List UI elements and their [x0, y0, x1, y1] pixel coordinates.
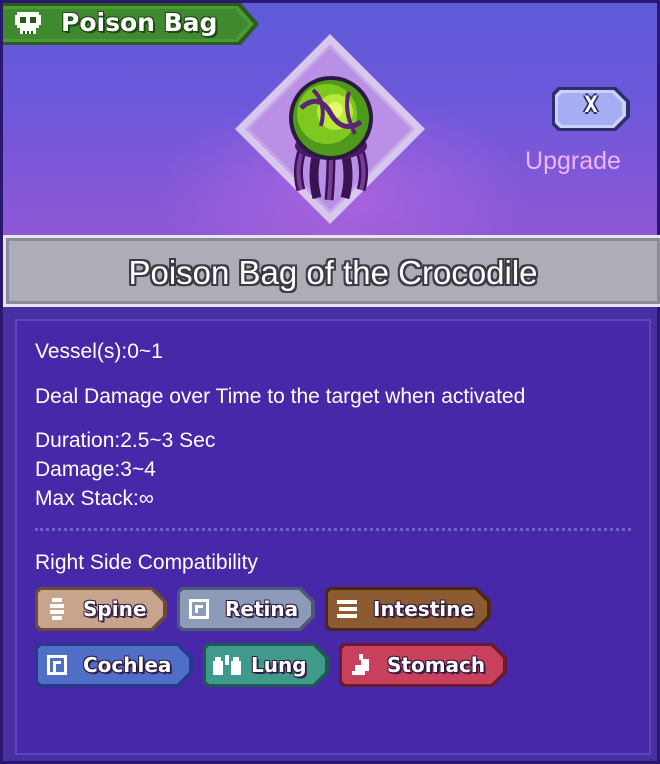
cochlea-icon	[45, 653, 69, 677]
organ-chip-label: Retina	[225, 597, 299, 621]
poison-bag-icon	[235, 34, 425, 224]
category-tag: Poison Bag	[3, 3, 259, 45]
item-icon-frame	[231, 30, 429, 228]
upgrade-link[interactable]: Upgrade	[511, 147, 635, 176]
max-stack-stat: Max Stack:∞	[35, 486, 154, 512]
organ-chip-label: Spine	[83, 597, 147, 621]
organ-chip-cochlea[interactable]: Cochlea	[35, 643, 193, 687]
item-title-bar: Poison Bag of the Crocodile	[3, 235, 660, 307]
organ-chip-label: Stomach	[387, 653, 486, 677]
infinity-icon: ∞	[138, 487, 154, 510]
close-button[interactable]: X	[552, 87, 630, 131]
organ-chip-label: Intestine	[373, 597, 474, 621]
lung-icon	[211, 653, 243, 677]
compatibility-label: Right Side Compatibility	[35, 551, 258, 574]
organ-chip-label: Lung	[251, 653, 307, 677]
organ-chip-spine[interactable]: Spine	[35, 587, 167, 631]
organ-chip-retina[interactable]: Retina	[177, 587, 315, 631]
vessels-stat: Vessel(s):0~1	[35, 340, 163, 363]
intestine-icon	[335, 597, 359, 621]
close-icon: X	[584, 93, 598, 118]
organ-chip-label: Cochlea	[83, 653, 172, 677]
item-hero-area: Poison Bag X Upgrade	[3, 3, 657, 235]
organ-chip-lung[interactable]: Lung	[203, 643, 329, 687]
category-label: Poison Bag	[61, 8, 218, 37]
section-divider	[35, 528, 631, 531]
organ-chip-intestine[interactable]: Intestine	[325, 587, 491, 631]
max-stack-label: Max Stack:	[35, 487, 139, 510]
item-detail-card: Poison Bag X Upgrade Poison Bag of the C…	[0, 0, 660, 764]
item-stats-panel: Vessel(s):0~1 Deal Damage over Time to t…	[15, 319, 651, 755]
retina-icon	[187, 597, 211, 621]
spine-icon	[45, 597, 69, 621]
skull-icon	[13, 10, 43, 38]
damage-stat: Damage:3~4	[35, 458, 156, 481]
duration-stat: Duration:2.5~3 Sec	[35, 429, 216, 452]
organ-chip-stomach[interactable]: Stomach	[339, 643, 507, 687]
effect-description: Deal Damage over Time to the target when…	[35, 385, 526, 408]
stomach-icon	[349, 653, 373, 677]
item-title: Poison Bag of the Crocodile	[128, 254, 538, 291]
